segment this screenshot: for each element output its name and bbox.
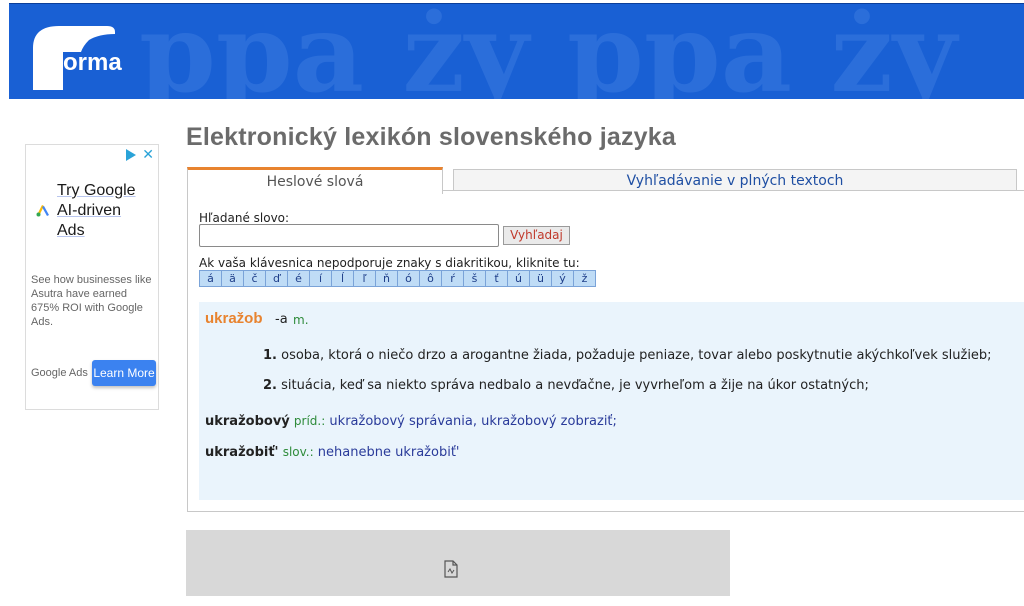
entry-headword: ukražob xyxy=(205,310,263,327)
tab-heslove-slova[interactable]: Heslové slová xyxy=(187,167,443,194)
svg-text:orma: orma xyxy=(63,49,122,76)
entry-sense: 2. situácia, keď sa niekto správa nedbal… xyxy=(263,378,869,393)
derivative-pos: slov.: xyxy=(282,445,314,459)
diacritic-key[interactable]: ž xyxy=(573,270,596,287)
ad-headline-line[interactable]: AI-driven xyxy=(57,201,147,221)
diacritics-label: Ak vaša klávesnica nepodporuje znaky s d… xyxy=(199,256,580,270)
page-title: Elektronický lexikón slovenského jazyka xyxy=(186,123,676,151)
ad-learn-more-button[interactable]: Learn More xyxy=(92,360,156,386)
search-label: Hľadané slovo: xyxy=(199,211,290,225)
entry-sense: 1. osoba, ktorá o niečo drzo a arogantne… xyxy=(263,348,992,363)
diacritic-key[interactable]: í xyxy=(309,270,332,287)
diacritic-key[interactable]: ä xyxy=(221,270,244,287)
diacritic-key[interactable]: á xyxy=(199,270,222,287)
diacritic-key[interactable]: ú xyxy=(507,270,530,287)
diacritic-key[interactable]: é xyxy=(287,270,310,287)
advertisement[interactable]: ✕ Try Google AI-driven Ads See how busin… xyxy=(25,144,159,410)
search-button[interactable]: Vyhľadaj xyxy=(503,226,570,245)
tab-fulltext-search[interactable]: Vyhľadávanie v plných textoch xyxy=(453,169,1017,191)
entry-pos: m. xyxy=(293,313,309,327)
diacritic-key[interactable]: ô xyxy=(419,270,442,287)
sense-text: osoba, ktorá o niečo drzo a arogantne ži… xyxy=(281,348,992,363)
sense-text: situácia, keď sa niekto správa nedbalo a… xyxy=(281,378,869,393)
ad-headline-line[interactable]: Ads xyxy=(57,221,147,241)
derivative-examples: nehanebne ukražobiť' xyxy=(317,445,460,460)
search-input[interactable] xyxy=(199,224,499,247)
ad-title-row: Try Google AI-driven Ads xyxy=(36,181,147,241)
diacritic-key[interactable]: ď xyxy=(265,270,288,287)
derivative-word: ukražobový xyxy=(205,414,290,429)
entry-derivative: ukražobový príd.: ukražobový správania, … xyxy=(205,414,617,429)
adchoices-play-icon[interactable] xyxy=(126,149,137,161)
document-icon xyxy=(444,560,458,578)
entry-suffix: -a xyxy=(275,312,288,327)
ad-description: See how businesses like Asutra have earn… xyxy=(31,274,152,328)
svg-text:ppa ży ppa ży: ppa ży ppa ży xyxy=(139,4,960,99)
forma-logo[interactable]: orma xyxy=(23,20,123,90)
diacritic-key[interactable]: ü xyxy=(529,270,552,287)
ad-headline-line[interactable]: Try Google xyxy=(57,181,147,201)
entry-derivative: ukražobiť' slov.: nehanebne ukražobiť' xyxy=(205,445,460,460)
sense-number: 1. xyxy=(263,348,277,363)
diacritic-key[interactable]: ľ xyxy=(353,270,376,287)
diacritic-key[interactable]: ť xyxy=(485,270,508,287)
diacritic-key[interactable]: č xyxy=(243,270,266,287)
ad-headline[interactable]: Try Google AI-driven Ads xyxy=(57,181,147,241)
tab-divider xyxy=(443,190,1024,191)
close-icon[interactable]: ✕ xyxy=(142,148,154,162)
ad-attribution: Google Ads xyxy=(31,367,88,379)
derivative-examples: ukražobový správania, ukražobový zobrazi… xyxy=(329,414,617,429)
content-placeholder xyxy=(186,530,730,596)
diacritic-key[interactable]: ŕ xyxy=(441,270,464,287)
sense-number: 2. xyxy=(263,378,277,393)
diacritic-key[interactable]: ň xyxy=(375,270,398,287)
derivative-pos: príd.: xyxy=(293,414,326,428)
diacritic-key[interactable]: š xyxy=(463,270,486,287)
diacritic-key[interactable]: ĺ xyxy=(331,270,354,287)
banner-watermark: ppa ży ppa ży xyxy=(139,4,960,99)
diacritic-key[interactable]: ý xyxy=(551,270,574,287)
diacritic-key[interactable]: ó xyxy=(397,270,420,287)
ad-controls: ✕ xyxy=(126,148,154,162)
google-ads-logo-icon xyxy=(36,205,49,217)
header-banner: ppa ży ppa ży orma xyxy=(9,3,1024,99)
derivative-word: ukražobiť' xyxy=(205,445,279,460)
dictionary-entry xyxy=(199,302,1024,500)
diacritics-keyboard: á ä č ď é í ĺ ľ ň ó ô ŕ š ť ú ü ý ž xyxy=(199,270,596,287)
